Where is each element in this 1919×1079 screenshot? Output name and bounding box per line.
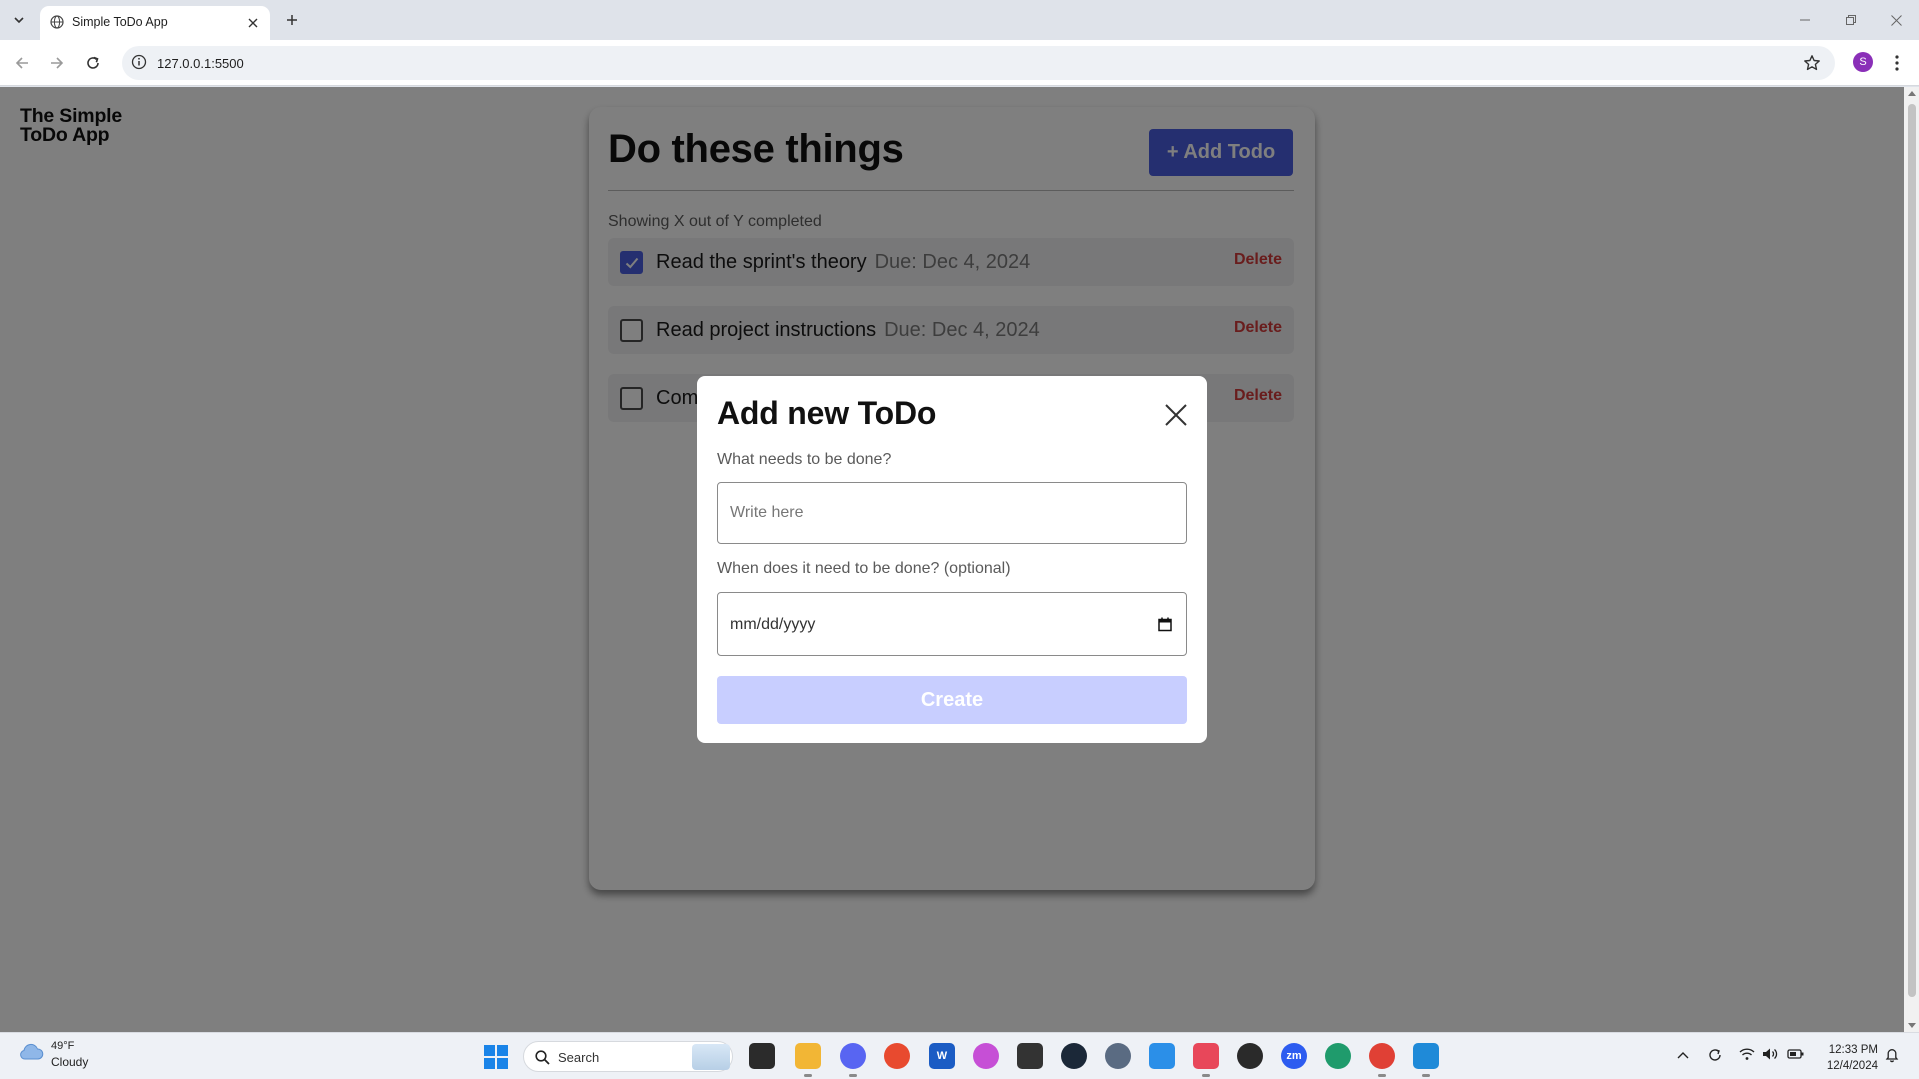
reload-button[interactable] — [79, 49, 107, 77]
due-date-label: When does it need to be done? (optional) — [717, 560, 1011, 577]
todo-name-label: What needs to be done? — [717, 451, 892, 468]
url-text: 127.0.0.1:5500 — [157, 56, 244, 71]
site-info-icon[interactable] — [131, 54, 147, 75]
plus-icon — [287, 15, 297, 25]
edge-icon[interactable] — [1325, 1043, 1351, 1069]
clock-date: 12/4/2024 — [1826, 1060, 1878, 1072]
system-clock[interactable]: 12:33 PM 12/4/2024 — [1820, 1042, 1878, 1074]
browser-toolbar: 127.0.0.1:5500 S — [0, 40, 1919, 86]
file-explorer-icon[interactable] — [795, 1043, 821, 1069]
chevron-up-icon[interactable] — [1677, 1047, 1689, 1065]
scroll-up-arrow[interactable] — [1908, 91, 1916, 96]
minimize-button[interactable] — [1782, 6, 1828, 34]
settings-gear-icon[interactable] — [1105, 1043, 1131, 1069]
clock-time: 12:33 PM — [1828, 1044, 1878, 1056]
restore-button[interactable] — [1828, 6, 1874, 34]
obs-icon[interactable] — [1237, 1043, 1263, 1069]
running-indicator — [804, 1074, 812, 1077]
word-icon[interactable]: W — [929, 1043, 955, 1069]
chevron-down-icon — [14, 17, 24, 24]
paint-app-icon[interactable] — [973, 1043, 999, 1069]
tab-search-button[interactable] — [8, 9, 30, 31]
close-window-button[interactable] — [1873, 6, 1919, 34]
arrow-left-icon — [15, 57, 28, 69]
scroll-down-arrow[interactable] — [1908, 1023, 1916, 1028]
snipping-tool-icon[interactable] — [1193, 1043, 1219, 1069]
volume-icon[interactable] — [1762, 1047, 1778, 1066]
vscode-icon[interactable] — [1413, 1043, 1439, 1069]
weather-temperature: 49°F — [51, 1040, 75, 1052]
search-icon — [535, 1050, 550, 1070]
todo-name-input[interactable]: Write here — [717, 482, 1187, 544]
running-indicator — [849, 1074, 857, 1077]
search-highlight-image — [692, 1044, 730, 1070]
new-tab-button[interactable] — [280, 9, 304, 31]
tab-close-icon[interactable] — [244, 14, 262, 32]
taskbar: 49°F Cloudy Search W zm 12:33 PM 12/4/20… — [0, 1032, 1919, 1079]
windows-logo-icon — [484, 1045, 508, 1069]
profile-avatar[interactable]: S — [1853, 52, 1873, 72]
due-date-placeholder: mm/dd/yyyy — [730, 616, 816, 633]
steam-icon[interactable] — [1061, 1043, 1087, 1069]
zoom-icon[interactable]: zm — [1281, 1043, 1307, 1069]
start-button[interactable] — [484, 1045, 508, 1074]
minimize-icon — [1800, 19, 1810, 21]
address-bar[interactable]: 127.0.0.1:5500 — [122, 46, 1835, 80]
modal-title: Add new ToDo — [717, 395, 937, 431]
running-indicator — [1378, 1074, 1386, 1077]
chrome-icon[interactable] — [1369, 1043, 1395, 1069]
add-todo-modal: Add new ToDo What needs to be done? Writ… — [697, 376, 1207, 743]
browser-tab[interactable]: Simple ToDo App — [40, 6, 270, 40]
search-placeholder: Search — [558, 1050, 600, 1065]
forward-button[interactable] — [43, 49, 71, 77]
close-modal-button[interactable] — [1163, 402, 1189, 428]
browser-menu-icon[interactable] — [1889, 52, 1905, 74]
running-indicator — [1422, 1074, 1430, 1077]
weather-widget[interactable]: 49°F Cloudy — [18, 1040, 88, 1069]
globe-icon — [50, 15, 64, 34]
sync-icon[interactable] — [1707, 1047, 1723, 1068]
close-icon — [1165, 404, 1187, 426]
due-date-input[interactable]: mm/dd/yyyy — [717, 592, 1187, 656]
task-view-icon[interactable] — [749, 1043, 775, 1069]
todo-name-placeholder: Write here — [730, 504, 804, 521]
arrow-right-icon — [51, 57, 64, 69]
back-button[interactable] — [8, 49, 36, 77]
calendar-icon[interactable] — [1158, 617, 1172, 637]
bookmark-star-icon[interactable] — [1803, 54, 1821, 77]
discord-icon[interactable] — [840, 1043, 866, 1069]
notification-bell-icon[interactable] — [1885, 1047, 1899, 1068]
battery-icon[interactable] — [1787, 1047, 1805, 1066]
close-icon — [1890, 14, 1902, 26]
restore-icon — [1846, 15, 1856, 25]
scrollbar-thumb[interactable] — [1908, 104, 1916, 997]
reload-icon — [87, 56, 99, 69]
twitch-icon[interactable] — [1017, 1043, 1043, 1069]
wifi-icon[interactable] — [1739, 1047, 1755, 1066]
cloud-icon — [20, 1043, 44, 1060]
taskbar-search[interactable]: Search — [523, 1041, 733, 1072]
weather-condition: Cloudy — [51, 1055, 89, 1069]
headphones-app-icon[interactable] — [884, 1043, 910, 1069]
page-scrollbar[interactable] — [1904, 87, 1919, 1032]
create-button[interactable]: Create — [717, 676, 1187, 724]
tab-title: Simple ToDo App — [72, 15, 168, 29]
store-app-icon[interactable] — [1149, 1043, 1175, 1069]
page-viewport: The Simple ToDo App Do these things + Ad… — [0, 87, 1919, 1032]
browser-tabstrip: Simple ToDo App — [0, 0, 1919, 40]
running-indicator — [1202, 1074, 1210, 1077]
